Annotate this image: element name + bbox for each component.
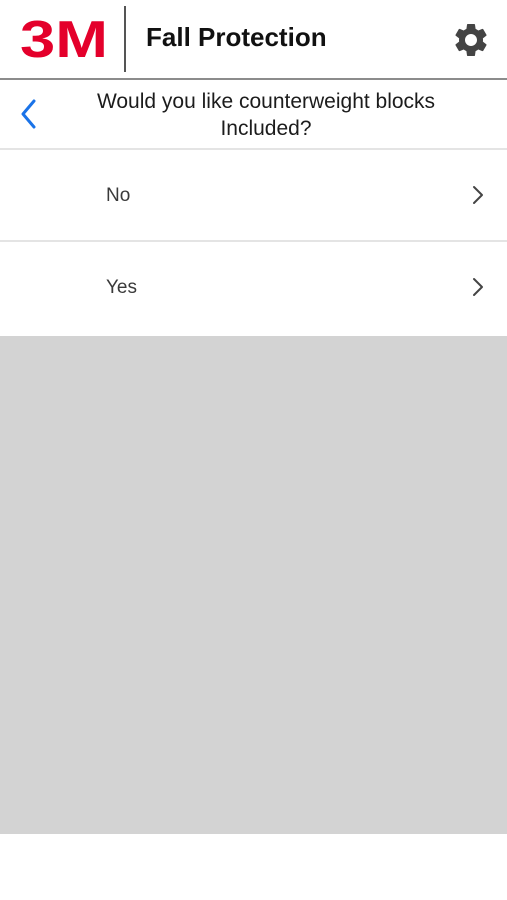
header-divider xyxy=(124,6,126,72)
footer xyxy=(0,834,507,900)
empty-content-area xyxy=(0,336,507,834)
option-no[interactable]: No xyxy=(0,150,507,242)
chevron-right-icon xyxy=(473,186,483,204)
3m-logo: 3M xyxy=(20,14,108,62)
chevron-left-icon xyxy=(21,99,36,129)
svg-text:3M: 3M xyxy=(20,14,108,62)
chevron-right-icon xyxy=(473,278,483,296)
settings-button[interactable] xyxy=(451,20,491,60)
option-label: No xyxy=(106,185,131,206)
app-title: Fall Protection xyxy=(146,22,327,52)
gear-icon xyxy=(455,24,487,56)
question-bar: Would you like counterweight blocks Incl… xyxy=(0,82,507,150)
option-label: Yes xyxy=(106,277,137,298)
options-list: No Yes xyxy=(0,150,507,336)
app-header: 3M Fall Protection xyxy=(0,0,507,80)
question-text: Would you like counterweight blocks Incl… xyxy=(96,90,436,140)
back-button[interactable] xyxy=(12,96,48,132)
option-yes[interactable]: Yes xyxy=(0,242,507,336)
